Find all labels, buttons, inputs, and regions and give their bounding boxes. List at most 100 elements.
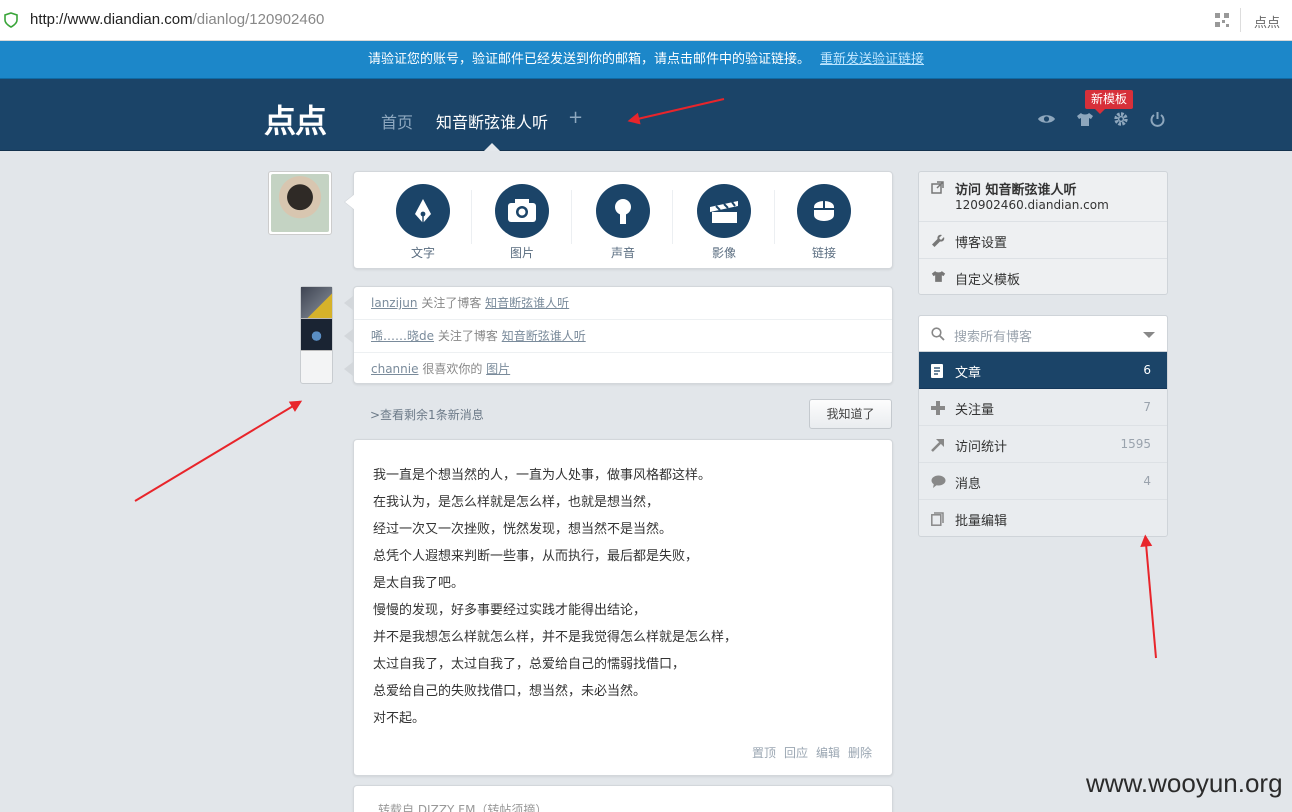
delete-button[interactable]: 删除 xyxy=(848,746,872,760)
trend-arrow-icon xyxy=(931,439,944,452)
blog-stats-panel: 搜索所有博客 文章 6 关注量 7 访问统计 1595 消息 4 批量编辑 xyxy=(918,315,1168,537)
add-blog-button[interactable]: + xyxy=(568,107,583,128)
browser-address-bar[interactable]: http://www.diandian.com/dianlog/12090246… xyxy=(0,0,1292,41)
notification-user-link[interactable]: channie xyxy=(371,362,418,376)
reply-button[interactable]: 回应 xyxy=(784,746,808,760)
notification-item: channie 很喜欢你的 图片 xyxy=(344,353,892,386)
new-template-badge[interactable]: 新模板 xyxy=(1085,90,1134,114)
visit-blog-link[interactable]: 访问 知音断弦谁人听 120902460.diandian.com xyxy=(919,172,1167,222)
avatar-photo xyxy=(271,174,329,232)
search-blogs-field[interactable]: 搜索所有博客 xyxy=(918,315,1168,352)
post-source: 转载自 DIZZY FM（转帖须摘） xyxy=(378,803,548,812)
post-line: 在我认为，是怎么样就是怎么样，也就是想当然， xyxy=(373,495,660,510)
wrench-icon xyxy=(932,234,945,247)
search-placeholder: 搜索所有博客 xyxy=(954,330,1033,345)
notification-action: 关注了博客 xyxy=(437,329,498,343)
post-type-label: 影像 xyxy=(711,246,736,260)
post-type-link[interactable]: 链接 xyxy=(784,184,864,261)
stat-label: 访问统计 xyxy=(955,440,1008,455)
avatar[interactable] xyxy=(301,287,332,319)
post-card: 我一直是个想当然的人，一直为人处事，做事风格都这样。 在我认为，是怎么样就是怎么… xyxy=(353,439,893,776)
notification-action: 关注了博客 xyxy=(421,296,482,310)
resend-verification-link[interactable]: 重新发送验证链接 xyxy=(820,52,924,67)
stat-count: 4 xyxy=(1143,474,1151,488)
post-line: 总凭个人遐想来判断一些事，从而执行，最后都是失败， xyxy=(373,549,699,564)
stat-posts[interactable]: 文章 6 xyxy=(919,352,1167,389)
type-divider xyxy=(672,190,673,244)
speech-bubble-icon xyxy=(931,475,946,488)
stat-count: 7 xyxy=(1143,400,1151,414)
post-type-photo[interactable]: 图片 xyxy=(482,184,562,261)
qr-code-icon[interactable] xyxy=(1215,13,1229,27)
notification-target-link[interactable]: 知音断弦谁人听 xyxy=(485,296,569,310)
type-divider xyxy=(471,190,472,244)
post-type-label: 声音 xyxy=(610,246,635,260)
pages-icon xyxy=(931,512,944,526)
external-link-icon xyxy=(931,181,944,194)
post-line: 太过自我了，太过自我了，总爱给自己的懦弱找借口， xyxy=(373,657,686,672)
nav-home[interactable]: 首页 xyxy=(381,109,413,133)
batch-edit-link[interactable]: 批量编辑 xyxy=(919,500,1167,537)
notification-user-link[interactable]: 唏……晓de xyxy=(371,329,434,343)
post-line: 慢慢的发现，好多事要经过实践才能得出结论， xyxy=(373,603,647,618)
stat-followers[interactable]: 关注量 7 xyxy=(919,389,1167,426)
stat-messages[interactable]: 消息 4 xyxy=(919,463,1167,500)
post-actions: 置顶 回应 编辑 删除 xyxy=(744,744,872,761)
post-type-label: 文字 xyxy=(410,246,435,260)
nav-blog[interactable]: 知音断弦谁人听 xyxy=(436,109,548,133)
notification-target-link[interactable]: 图片 xyxy=(486,362,510,376)
camera-icon xyxy=(495,184,549,238)
stat-visits[interactable]: 访问统计 1595 xyxy=(919,426,1167,463)
more-messages-link[interactable]: >查看剩余1条新消息 xyxy=(370,406,484,423)
shield-icon xyxy=(4,12,18,28)
blog-menu: 访问 知音断弦谁人听 120902460.diandian.com 博客设置 自… xyxy=(918,171,1168,295)
settings-label: 博客设置 xyxy=(955,236,1008,251)
template-label: 自定义模板 xyxy=(955,273,1021,288)
stat-label: 批量编辑 xyxy=(955,514,1008,529)
post-line: 并不是我想怎么样就怎么样，并不是我觉得怎么样就是怎么样， xyxy=(373,630,738,645)
tshirt-icon xyxy=(931,271,946,282)
notification-action: 很喜欢你的 xyxy=(422,362,483,376)
post-card: 转载自 DIZZY FM（转帖须摘） xyxy=(353,785,893,812)
notification-user-link[interactable]: lanzijun xyxy=(371,296,417,310)
stat-label: 关注量 xyxy=(955,403,995,418)
notification-target-link[interactable]: 知音断弦谁人听 xyxy=(502,329,586,343)
user-avatar[interactable] xyxy=(268,171,332,235)
site-logo[interactable]: 点点 xyxy=(264,96,327,142)
mouse-icon xyxy=(797,184,851,238)
power-icon[interactable] xyxy=(1150,111,1165,127)
chevron-down-icon[interactable] xyxy=(1143,332,1155,338)
avatar[interactable] xyxy=(301,319,332,351)
blog-settings-link[interactable]: 博客设置 xyxy=(919,222,1167,259)
pin-button[interactable]: 置顶 xyxy=(752,746,776,760)
microphone-icon xyxy=(596,184,650,238)
blog-domain: 120902460.diandian.com xyxy=(955,198,1109,212)
custom-template-link[interactable]: 自定义模板 xyxy=(919,259,1167,295)
search-icon xyxy=(931,327,945,341)
stat-label: 文章 xyxy=(955,366,982,381)
post-type-label: 图片 xyxy=(509,246,534,260)
annotation-arrow xyxy=(134,400,301,502)
stat-count: 6 xyxy=(1143,363,1151,377)
post-line: 是太自我了吧。 xyxy=(373,576,465,591)
eye-icon[interactable] xyxy=(1037,113,1056,125)
edit-button[interactable]: 编辑 xyxy=(816,746,840,760)
post-line: 经过一次又一次挫败，恍然发现，想当然不是当然。 xyxy=(373,522,673,537)
post-type-audio[interactable]: 声音 xyxy=(583,184,663,261)
document-icon xyxy=(931,364,943,378)
type-divider xyxy=(571,190,572,244)
notification-avatars xyxy=(300,286,333,384)
got-it-button[interactable]: 我知道了 xyxy=(809,399,892,429)
stat-count: 1595 xyxy=(1120,437,1151,451)
active-nav-indicator xyxy=(484,143,500,151)
verification-notice: 请验证您的账号，验证邮件已经发送到你的邮箱，请点击邮件中的验证链接。 重新发送验证… xyxy=(0,41,1292,79)
post-type-video[interactable]: 影像 xyxy=(684,184,764,261)
tshirt-icon[interactable] xyxy=(1076,112,1094,127)
notification-item: lanzijun 关注了博客 知音断弦谁人听 xyxy=(344,287,892,320)
url-text[interactable]: http://www.diandian.com/dianlog/12090246… xyxy=(30,11,324,28)
post-type-text[interactable]: 文字 xyxy=(383,184,463,261)
gear-icon[interactable] xyxy=(1113,111,1129,127)
extension-button[interactable]: 点点 xyxy=(1254,12,1280,31)
pen-icon xyxy=(396,184,450,238)
visit-label: 访问 知音断弦谁人听 xyxy=(955,183,1077,198)
